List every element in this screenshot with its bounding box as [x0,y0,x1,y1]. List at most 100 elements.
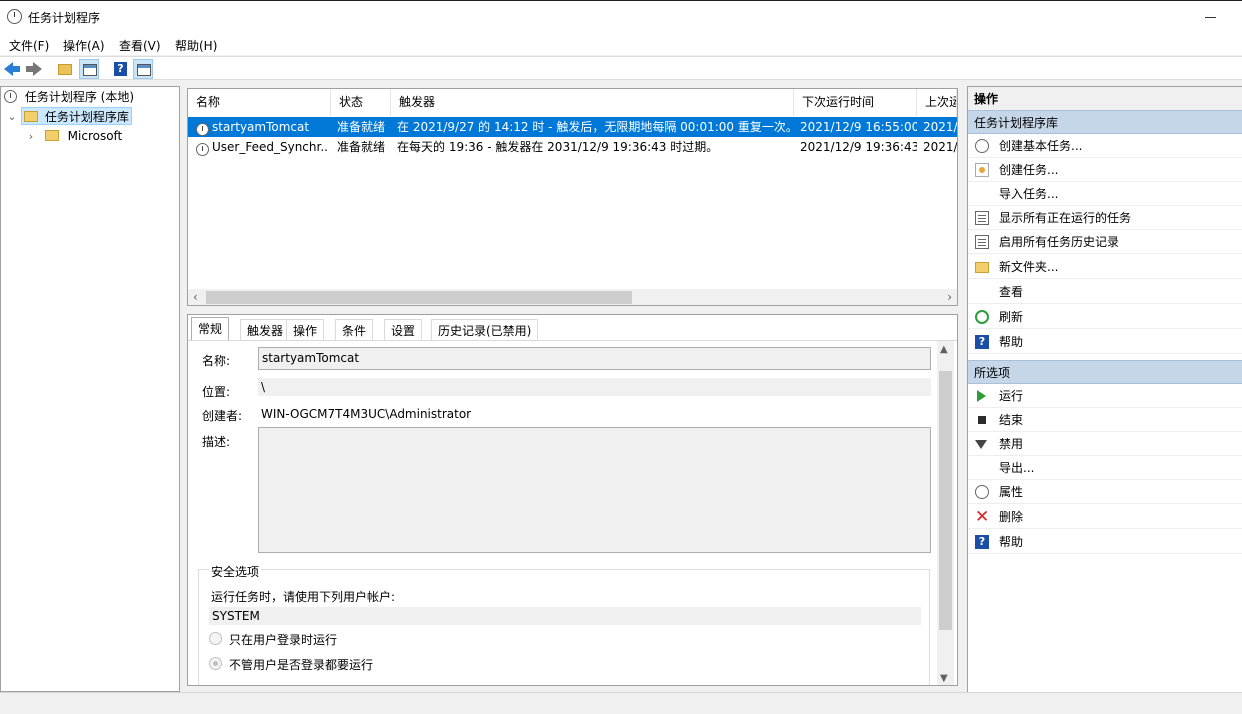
task-last-run: 2021/ [923,120,957,134]
help-icon: ? [975,535,989,549]
run-whether-logged-on-radio[interactable] [209,657,222,670]
action-view[interactable]: 查看 [968,280,1242,304]
section-header-selected[interactable]: 所选项 [968,360,1242,384]
action-refresh[interactable]: 刷新 [968,305,1242,329]
task-row[interactable]: startyamTomcat 准备就绪 在 2021/9/27 的 14:12 … [188,117,957,137]
action-show-running-tasks[interactable]: 显示所有正在运行的任务 [968,206,1242,230]
action-delete[interactable]: ✕ 删除 [968,505,1242,529]
action-properties[interactable]: 属性 [968,480,1242,504]
horizontal-scrollbar[interactable]: ‹ › [188,289,957,305]
scrollbar-thumb[interactable] [939,371,952,630]
tab-settings[interactable]: 设置 [384,319,423,341]
action-create-task[interactable]: 创建任务... [968,158,1242,182]
action-run[interactable]: 运行 [968,384,1242,408]
action-label: 刷新 [999,310,1024,324]
run-whether-logged-on-label: 不管用户是否登录都要运行 [229,658,374,672]
column-header-name[interactable]: 名称 [188,89,331,116]
tree-item-microsoft[interactable]: › Microsoft [25,127,122,145]
task-clock-icon [196,143,209,156]
folder-icon [975,262,989,273]
up-folder-button[interactable] [55,59,75,79]
vertical-scrollbar[interactable]: ▲ ▼ [937,341,954,685]
tab-general[interactable]: 常规 [191,317,230,341]
column-header-trigger[interactable]: 触发器 [391,89,794,116]
action-label: 帮助 [999,335,1024,349]
show-hide-action-pane-button[interactable] [133,59,153,79]
action-label: 创建任务... [999,163,1059,177]
status-bar [0,692,1242,714]
action-create-basic-task[interactable]: 创建基本任务... [968,134,1242,158]
tab-triggers[interactable]: 触发器 [240,319,291,341]
scrollbar-thumb[interactable] [206,291,632,304]
action-enable-history[interactable]: 启用所有任务历史记录 [968,230,1242,254]
action-label: 导出... [999,461,1035,475]
run-only-logged-on-label: 只在用户登录时运行 [229,633,338,647]
clock-icon [975,139,989,153]
scroll-up-icon[interactable]: ▲ [940,344,948,355]
section-header-library[interactable]: 任务计划程序库 [968,110,1242,134]
tree-item-library[interactable]: 任务计划程序库 [21,107,132,125]
menu-help[interactable]: 帮助(H) [175,37,217,54]
tab-history[interactable]: 历史记录(已禁用) [431,319,539,341]
chevron-down-icon: ⌄ [7,110,17,123]
delete-icon: ✕ [975,507,990,527]
action-label: 运行 [999,389,1024,403]
author-value: WIN-OGCM7T4M3UC\Administrator [261,407,472,421]
location-field[interactable]: \ [258,378,931,396]
tab-actions[interactable]: 操作 [286,319,325,341]
action-disable[interactable]: 禁用 [968,432,1242,456]
menu-bar: 文件(F) 操作(A) 查看(V) 帮助(H) [0,33,1242,55]
forward-button[interactable] [24,59,44,79]
column-header-status[interactable]: 状态 [331,89,391,116]
security-options-title: 安全选项 [209,563,262,580]
tree-root[interactable]: 任务计划程序 (本地) [4,88,134,106]
action-label: 创建基本任务... [999,139,1083,153]
description-field[interactable] [258,427,931,553]
refresh-icon [975,310,989,324]
task-name: User_Feed_Synchr... [212,140,328,154]
help-toolbar-button[interactable]: ? [110,59,130,79]
task-clock-icon [196,123,209,136]
tab-conditions[interactable]: 条件 [335,319,374,341]
action-end[interactable]: 结束 [968,408,1242,432]
history-icon [975,235,989,249]
scroll-right-icon[interactable]: › [947,289,952,305]
help-icon: ? [114,62,127,76]
toolbar: ? [0,56,1242,80]
column-header-last-run[interactable]: 上次运 [917,89,957,116]
folder-up-icon [58,64,72,75]
show-hide-console-tree-button[interactable] [79,59,99,79]
minimize-button[interactable] [1202,7,1222,27]
action-export[interactable]: 导出... [968,456,1242,480]
tree-expander[interactable]: ⌄ [6,107,18,125]
action-help-selected[interactable]: ? 帮助 [968,530,1242,554]
scroll-down-icon[interactable]: ▼ [940,673,948,684]
action-help[interactable]: ? 帮助 [968,330,1242,354]
disable-icon [975,440,987,449]
name-field[interactable]: startyamTomcat [258,347,931,370]
task-last-run: 2021/ [923,140,957,154]
task-detail-pane: 常规 触发器 操作 条件 设置 历史记录(已禁用) 名称: startyamTo… [187,314,958,686]
action-label: 新文件夹... [999,260,1059,274]
action-new-folder[interactable]: 新文件夹... [968,255,1242,279]
scroll-left-icon[interactable]: ‹ [193,289,198,305]
task-status: 准备就绪 [337,120,386,134]
menu-action[interactable]: 操作(A) [63,37,105,54]
menu-view[interactable]: 查看(V) [119,37,161,54]
action-import-task[interactable]: 导入任务... [968,182,1242,206]
title-bar: 任务计划程序 [0,0,1242,33]
task-scheduler-app-icon [7,9,22,24]
action-label: 帮助 [999,535,1024,549]
menu-file[interactable]: 文件(F) [9,37,49,54]
window-title: 任务计划程序 [28,11,101,25]
column-header-next-run[interactable]: 下次运行时间 [794,89,917,116]
back-button[interactable] [3,59,23,79]
run-only-logged-on-radio[interactable] [209,632,222,645]
task-row[interactable]: User_Feed_Synchr... 准备就绪 在每天的 19:36 - 触发… [188,137,957,157]
name-label: 名称: [202,354,231,368]
run-as-label: 运行任务时，请使用下列用户帐户: [211,590,396,604]
library-folder-icon [24,111,38,122]
action-label: 启用所有任务历史记录 [999,235,1120,249]
security-options-group: 安全选项 运行任务时，请使用下列用户帐户: SYSTEM 只在用户登录时运行 不… [198,563,930,685]
run-as-account-field[interactable]: SYSTEM [209,607,921,625]
